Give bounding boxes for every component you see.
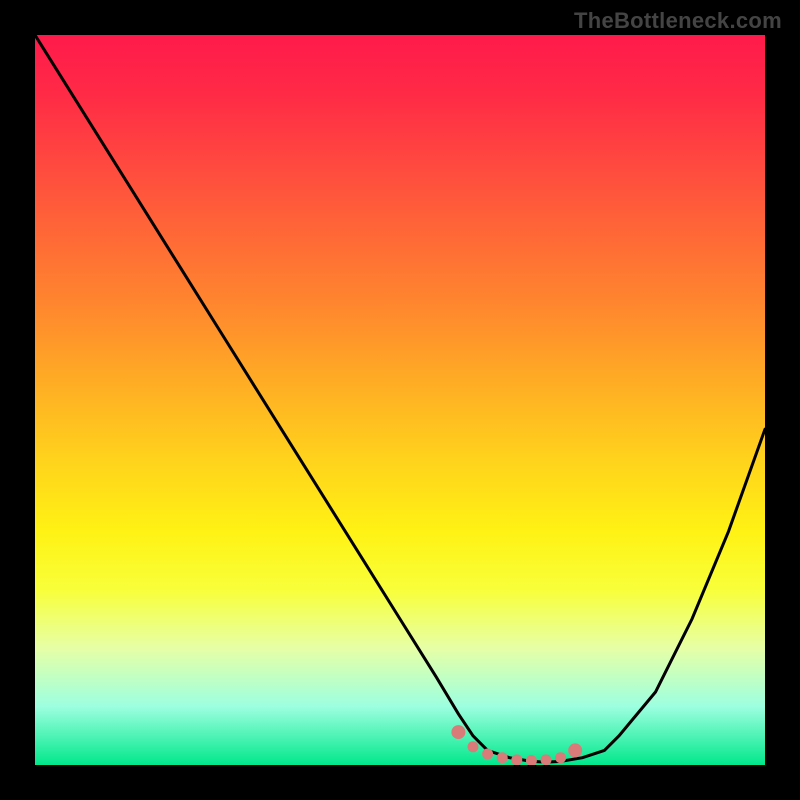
marker-dot: [497, 752, 508, 763]
marker-dot: [511, 754, 522, 765]
marker-dot: [568, 743, 582, 757]
marker-dot: [482, 749, 493, 760]
chart-frame: TheBottleneck.com: [0, 0, 800, 800]
bottleneck-curve: [35, 35, 765, 762]
marker-dot: [541, 754, 552, 765]
attribution-label: TheBottleneck.com: [574, 8, 782, 34]
marker-dot: [468, 741, 479, 752]
marker-dot: [451, 725, 465, 739]
plot-area: [35, 35, 765, 765]
marker-dot: [555, 752, 566, 763]
bottleneck-chart-svg: [35, 35, 765, 765]
marker-dot: [526, 755, 537, 765]
